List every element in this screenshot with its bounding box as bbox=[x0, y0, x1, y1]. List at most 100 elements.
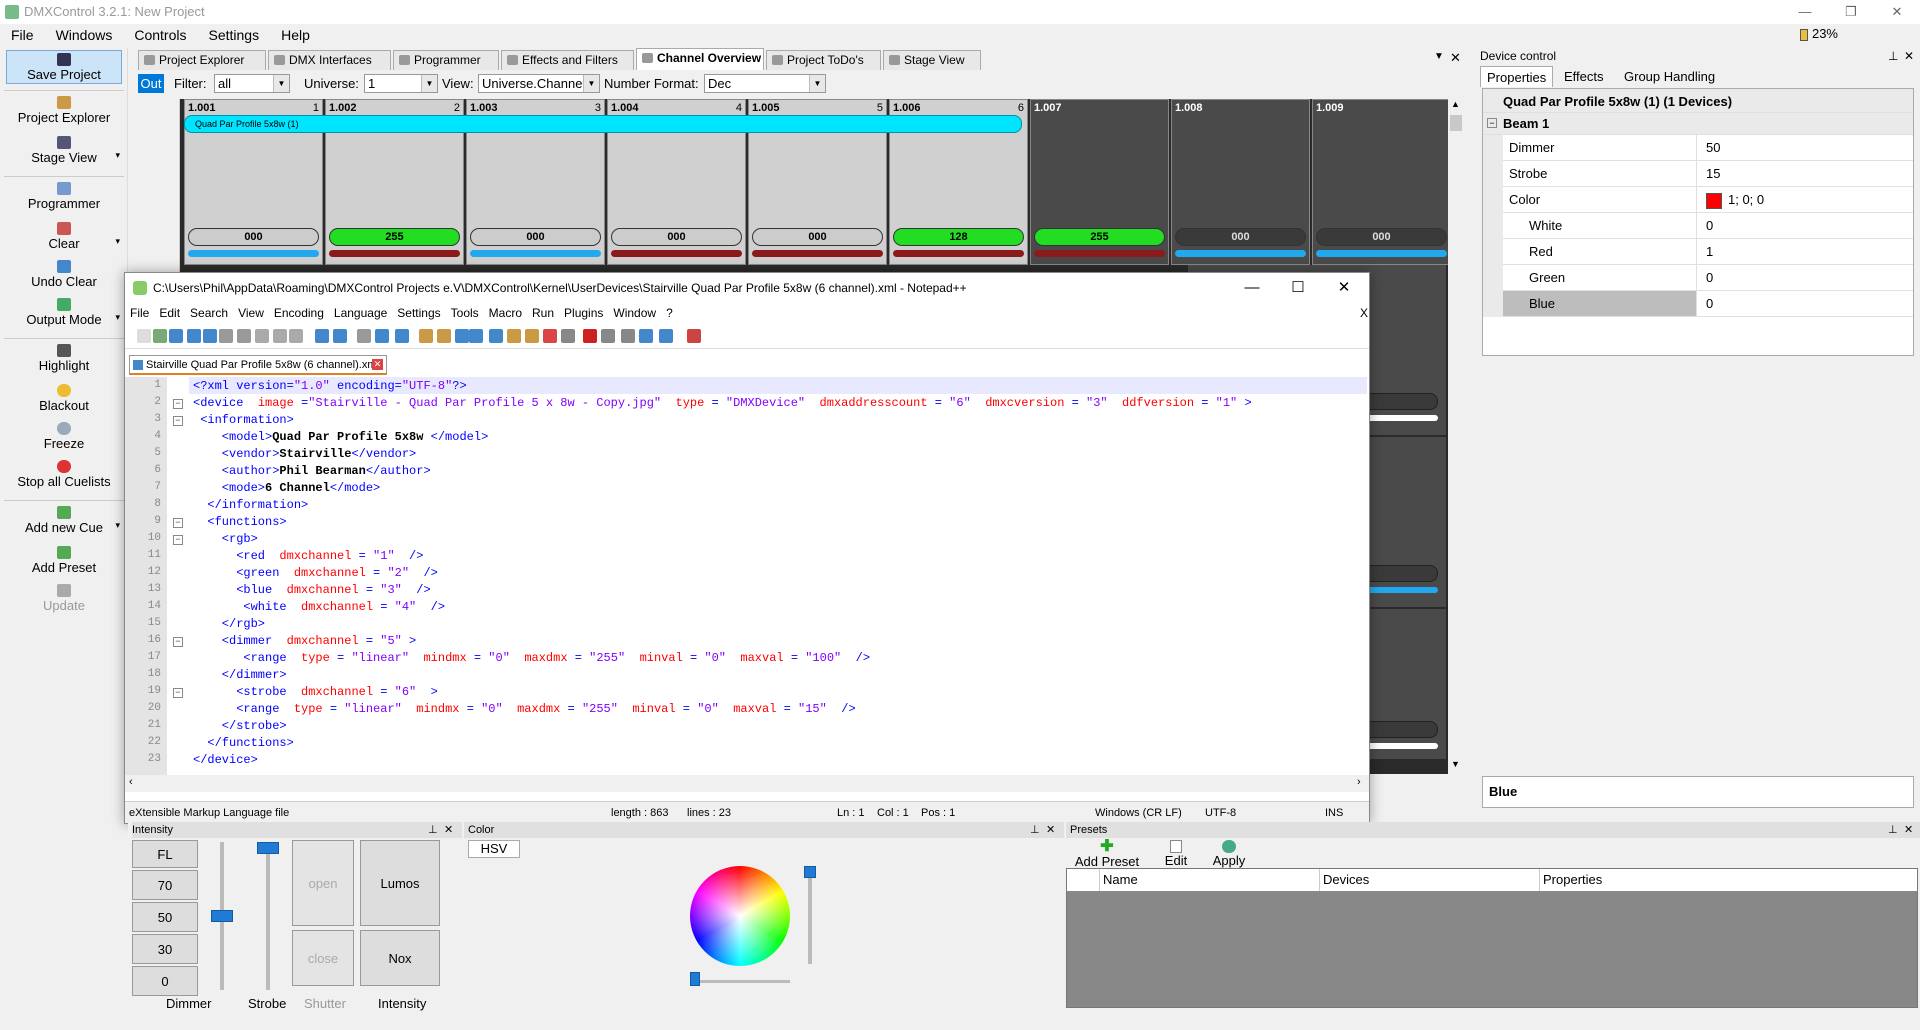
dimmer-slider-thumb[interactable] bbox=[211, 910, 233, 922]
property-row-green[interactable]: Green 0 bbox=[1483, 265, 1913, 291]
fold-icon[interactable]: − bbox=[173, 688, 183, 698]
tab-programmer[interactable]: Programmer bbox=[393, 50, 499, 70]
close-icon[interactable]: ✕ bbox=[1321, 273, 1367, 303]
toolbar-icon[interactable] bbox=[543, 329, 557, 343]
pin-icon[interactable]: ⊥ bbox=[1030, 822, 1040, 838]
property-value[interactable]: 1; 0; 0 bbox=[1698, 187, 1764, 213]
intensity-70-button[interactable]: 70 bbox=[132, 870, 198, 900]
toolbar-icon[interactable] bbox=[375, 329, 389, 343]
tab-group-handling[interactable]: Group Handling bbox=[1618, 66, 1721, 87]
close-icon[interactable]: ✕ bbox=[1904, 48, 1914, 65]
toolbar-icon[interactable] bbox=[525, 329, 539, 343]
np-close-doc-button[interactable]: X bbox=[1355, 303, 1373, 323]
blackout-button[interactable]: Blackout bbox=[6, 384, 122, 413]
strobe-slider-track[interactable] bbox=[266, 842, 270, 990]
property-value[interactable]: 50 bbox=[1698, 135, 1720, 161]
dropdown-arrow-icon[interactable]: ▾ bbox=[115, 234, 120, 249]
scroll-right-icon[interactable]: › bbox=[1357, 776, 1361, 788]
toolbar-icon[interactable] bbox=[419, 329, 433, 343]
value-slider-thumb[interactable] bbox=[804, 866, 816, 878]
np-menu-plugins[interactable]: Plugins bbox=[559, 303, 608, 323]
hue-slider-track[interactable] bbox=[694, 980, 790, 983]
out-toggle[interactable]: Out bbox=[138, 74, 164, 93]
view-select[interactable]: Universe.Channel ▼ bbox=[478, 74, 600, 93]
color-wheel[interactable] bbox=[690, 866, 790, 966]
tab-effects[interactable]: Effects bbox=[1558, 66, 1610, 87]
pin-icon[interactable]: ⊥ bbox=[1888, 48, 1898, 65]
beam-group-header[interactable]: − Beam 1 bbox=[1483, 113, 1913, 135]
scroll-thumb[interactable] bbox=[1450, 115, 1462, 131]
property-value[interactable]: 0 bbox=[1698, 291, 1713, 317]
toolbar-icon[interactable] bbox=[507, 329, 521, 343]
col-properties[interactable]: Properties bbox=[1539, 869, 1602, 891]
restore-icon[interactable]: ❐ bbox=[1828, 0, 1874, 24]
property-row-color[interactable]: Color 1; 0; 0 bbox=[1483, 187, 1913, 213]
scroll-up-icon[interactable]: ▲ bbox=[1451, 99, 1460, 109]
toolbar-icon[interactable] bbox=[255, 329, 269, 343]
col-devices[interactable]: Devices bbox=[1319, 869, 1369, 891]
device-span-bar[interactable]: Quad Par Profile 5x8w (1) bbox=[184, 115, 1022, 133]
minimize-icon[interactable]: — bbox=[1229, 273, 1275, 303]
menu-controls[interactable]: Controls bbox=[123, 24, 197, 46]
toolbar-icon[interactable] bbox=[639, 329, 653, 343]
maximize-icon[interactable]: ☐ bbox=[1275, 273, 1321, 303]
property-value[interactable]: 0 bbox=[1698, 213, 1713, 239]
np-menu-macro[interactable]: Macro bbox=[484, 303, 527, 323]
save-project-button[interactable]: Save Project bbox=[6, 50, 122, 84]
np-menu-search[interactable]: Search bbox=[185, 303, 233, 323]
shutter-close-button[interactable]: close bbox=[292, 930, 354, 986]
toolbar-icon[interactable] bbox=[395, 329, 409, 343]
np-menu-settings[interactable]: Settings bbox=[392, 303, 445, 323]
minimize-icon[interactable]: — bbox=[1782, 0, 1828, 24]
tab-channel-overview[interactable]: Channel Overview bbox=[636, 48, 764, 70]
channel-cell[interactable]: 1.007 255 bbox=[1030, 99, 1169, 265]
close-tab-icon[interactable]: ✕ bbox=[372, 359, 383, 370]
freeze-button[interactable]: Freeze bbox=[6, 422, 122, 451]
tab-hsv[interactable]: HSV bbox=[468, 840, 520, 858]
toolbar-icon[interactable] bbox=[455, 329, 469, 343]
property-row-strobe[interactable]: Strobe 15 bbox=[1483, 161, 1913, 187]
intensity-0-button[interactable]: 0 bbox=[132, 966, 198, 996]
update-button[interactable]: Update bbox=[6, 584, 122, 613]
color-swatch[interactable] bbox=[1706, 192, 1722, 209]
tab-list-dropdown-icon[interactable]: ▼ bbox=[1434, 51, 1444, 62]
np-menu-encoding[interactable]: Encoding bbox=[269, 303, 329, 323]
shutter-open-button[interactable]: open bbox=[292, 840, 354, 926]
property-row-dimmer[interactable]: Dimmer 50 bbox=[1483, 135, 1913, 161]
property-row-red[interactable]: Red 1 bbox=[1483, 239, 1913, 265]
close-tab-icon[interactable]: ✕ bbox=[1450, 50, 1461, 66]
np-menu-tools[interactable]: Tools bbox=[446, 303, 484, 323]
fold-icon[interactable]: − bbox=[173, 637, 183, 647]
value-slider-track[interactable] bbox=[808, 868, 812, 964]
channel-overview-scrollbar[interactable]: ▲ ▼ bbox=[1448, 99, 1464, 774]
property-value[interactable]: 1 bbox=[1698, 239, 1713, 265]
toolbar-icon[interactable] bbox=[333, 329, 347, 343]
toolbar-icon[interactable] bbox=[469, 329, 483, 343]
close-icon[interactable]: ✕ bbox=[444, 822, 453, 838]
dropdown-arrow-icon[interactable]: ▾ bbox=[115, 518, 120, 533]
channel-cell[interactable]: 1.009 000 bbox=[1312, 99, 1451, 265]
tab-dmx-interfaces[interactable]: DMX Interfaces bbox=[268, 50, 391, 70]
stage-view-button[interactable]: Stage View ▾ bbox=[6, 136, 122, 165]
toolbar-icon[interactable] bbox=[489, 329, 503, 343]
menu-windows[interactable]: Windows bbox=[45, 24, 124, 46]
property-row-white[interactable]: White 0 bbox=[1483, 213, 1913, 239]
tab-effects-filters[interactable]: Effects and Filters bbox=[501, 50, 634, 70]
property-value[interactable]: 0 bbox=[1698, 265, 1713, 291]
toolbar-icon[interactable] bbox=[357, 329, 371, 343]
fold-icon[interactable]: − bbox=[173, 518, 183, 528]
programmer-button[interactable]: Programmer bbox=[6, 182, 122, 211]
nox-button[interactable]: Nox bbox=[360, 930, 440, 986]
toolbar-icon[interactable] bbox=[273, 329, 287, 343]
toolbar-icon[interactable] bbox=[289, 329, 303, 343]
toolbar-icon[interactable] bbox=[561, 329, 575, 343]
code-editor[interactable]: 1 2 3 4 5 6 7 8 9 10 11 12 13 14 15 16 17 18 19 20 21 22 23 <?… bbox=[125, 377, 1369, 775]
scroll-left-icon[interactable]: ‹ bbox=[129, 776, 133, 788]
col-name[interactable]: Name bbox=[1099, 869, 1138, 891]
pin-icon[interactable]: ⊥ bbox=[428, 822, 438, 838]
np-menu-help[interactable]: ? bbox=[661, 303, 678, 323]
np-menu-window[interactable]: Window bbox=[608, 303, 661, 323]
output-mode-button[interactable]: Output Mode ▾ bbox=[6, 298, 122, 327]
toolbar-icon[interactable] bbox=[687, 329, 701, 343]
toolbar-icon[interactable] bbox=[169, 329, 183, 343]
